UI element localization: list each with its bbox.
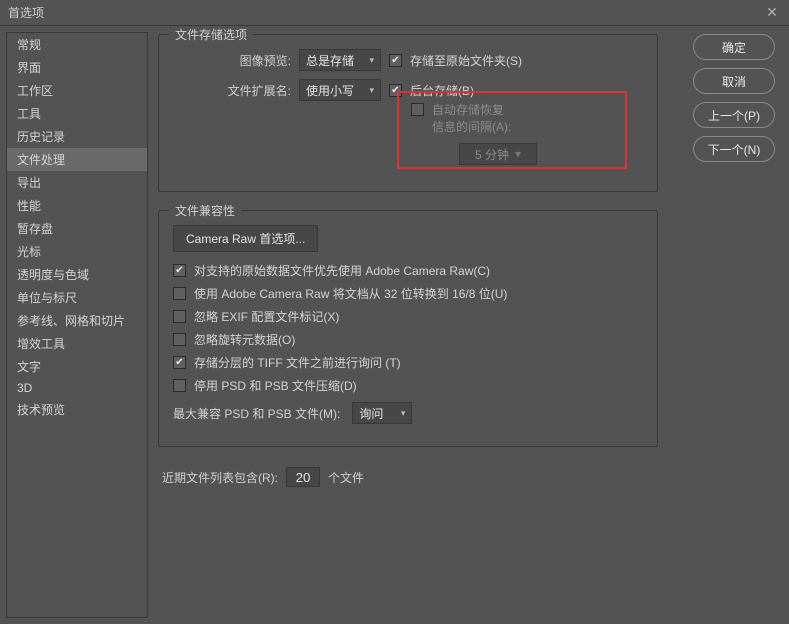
- ask-tiff-checkbox[interactable]: [173, 356, 186, 369]
- image-preview-value: 总是存储: [306, 52, 354, 69]
- ignore-exif-checkbox[interactable]: [173, 310, 186, 323]
- sidebar-item-transparency[interactable]: 透明度与色域: [7, 263, 147, 286]
- max-compat-value: 询问: [359, 405, 383, 422]
- save-options-group: 文件存储选项 图像预览: 总是存储 ▾ 存储至原始文件夹(S) 文件扩展名: 使…: [158, 34, 658, 192]
- save-options-legend: 文件存储选项: [169, 26, 253, 43]
- compat-legend: 文件兼容性: [169, 202, 241, 219]
- save-original-label: 存储至原始文件夹(S): [410, 52, 522, 69]
- sidebar-item-filehandling[interactable]: 文件处理: [7, 148, 147, 171]
- sidebar-item-interface[interactable]: 界面: [7, 56, 147, 79]
- disable-psd-comp-checkbox[interactable]: [173, 379, 186, 392]
- auto-save-interval-select[interactable]: 5 分钟 ▾: [459, 143, 537, 165]
- ignore-exif-label: 忽略 EXIF 配置文件标记(X): [194, 308, 339, 325]
- max-compat-label: 最大兼容 PSD 和 PSB 文件(M):: [173, 405, 340, 422]
- sidebar-item-type[interactable]: 文字: [7, 355, 147, 378]
- window-title: 首选项: [8, 4, 44, 21]
- ask-tiff-label: 存储分层的 TIFF 文件之前进行询问 (T): [194, 354, 401, 371]
- sidebar-item-performance[interactable]: 性能: [7, 194, 147, 217]
- close-icon[interactable]: ✕: [763, 4, 781, 21]
- cancel-button[interactable]: 取消: [693, 68, 775, 94]
- auto-save-checkbox[interactable]: [411, 103, 424, 116]
- recent-files-label: 近期文件列表包含(R):: [162, 469, 278, 486]
- image-preview-row: 图像预览: 总是存储 ▾ 存储至原始文件夹(S): [173, 49, 643, 71]
- ext-value: 使用小写: [306, 82, 354, 99]
- sidebar: 常规 界面 工作区 工具 历史记录 文件处理 导出 性能 暂存盘 光标 透明度与…: [6, 32, 148, 618]
- sidebar-item-guides[interactable]: 参考线、网格和切片: [7, 309, 147, 332]
- ignore-rotation-checkbox[interactable]: [173, 333, 186, 346]
- sidebar-item-units[interactable]: 单位与标尺: [7, 286, 147, 309]
- sidebar-item-workspace[interactable]: 工作区: [7, 79, 147, 102]
- sidebar-item-scratch[interactable]: 暂存盘: [7, 217, 147, 240]
- auto-save-highlight: 自动存储恢复 信息的间隔(A): 5 分钟 ▾: [397, 91, 627, 169]
- use-32to16-checkbox[interactable]: [173, 287, 186, 300]
- prefer-acr-label: 对支持的原始数据文件优先使用 Adobe Camera Raw(C): [194, 262, 490, 279]
- image-preview-label: 图像预览:: [173, 52, 291, 69]
- dialog-body: 常规 界面 工作区 工具 历史记录 文件处理 导出 性能 暂存盘 光标 透明度与…: [0, 26, 789, 624]
- max-compat-select[interactable]: 询问 ▾: [352, 402, 412, 424]
- camera-raw-prefs-button[interactable]: Camera Raw 首选项...: [173, 225, 318, 252]
- titlebar: 首选项 ✕: [0, 0, 789, 26]
- sidebar-item-techpreview[interactable]: 技术预览: [7, 398, 147, 421]
- recent-files-suffix: 个文件: [328, 469, 364, 486]
- sidebar-item-3d[interactable]: 3D: [7, 378, 147, 398]
- chevron-down-icon: ▾: [369, 55, 374, 66]
- chevron-down-icon: ▾: [401, 408, 406, 419]
- main-panel: 确定 取消 上一个(P) 下一个(N) 文件存储选项 图像预览: 总是存储 ▾ …: [148, 26, 789, 624]
- next-button[interactable]: 下一个(N): [693, 136, 775, 162]
- ext-label: 文件扩展名:: [173, 82, 291, 99]
- auto-save-interval-value: 5 分钟: [475, 146, 509, 163]
- sidebar-item-plugins[interactable]: 增效工具: [7, 332, 147, 355]
- ext-select[interactable]: 使用小写 ▾: [299, 79, 381, 101]
- auto-save-label-1: 自动存储恢复: [432, 101, 511, 118]
- ok-button[interactable]: 确定: [693, 34, 775, 60]
- chevron-down-icon: ▾: [369, 85, 374, 96]
- compat-group: 文件兼容性 Camera Raw 首选项... 对支持的原始数据文件优先使用 A…: [158, 210, 658, 447]
- sidebar-item-history[interactable]: 历史记录: [7, 125, 147, 148]
- prev-button[interactable]: 上一个(P): [693, 102, 775, 128]
- image-preview-select[interactable]: 总是存储 ▾: [299, 49, 381, 71]
- recent-files-row: 近期文件列表包含(R): 个文件: [162, 467, 779, 487]
- save-original-checkbox[interactable]: [389, 54, 402, 67]
- sidebar-item-export[interactable]: 导出: [7, 171, 147, 194]
- ignore-rotation-label: 忽略旋转元数据(O): [194, 331, 295, 348]
- sidebar-item-tools[interactable]: 工具: [7, 102, 147, 125]
- auto-save-label-2: 信息的间隔(A):: [432, 118, 511, 135]
- recent-files-input[interactable]: [286, 467, 320, 487]
- use-32to16-label: 使用 Adobe Camera Raw 将文档从 32 位转换到 16/8 位(…: [194, 285, 507, 302]
- chevron-down-icon: ▾: [515, 147, 521, 161]
- sidebar-item-cursors[interactable]: 光标: [7, 240, 147, 263]
- prefer-acr-checkbox[interactable]: [173, 264, 186, 277]
- sidebar-item-general[interactable]: 常规: [7, 33, 147, 56]
- disable-psd-comp-label: 停用 PSD 和 PSB 文件压缩(D): [194, 377, 357, 394]
- action-buttons: 确定 取消 上一个(P) 下一个(N): [693, 34, 775, 162]
